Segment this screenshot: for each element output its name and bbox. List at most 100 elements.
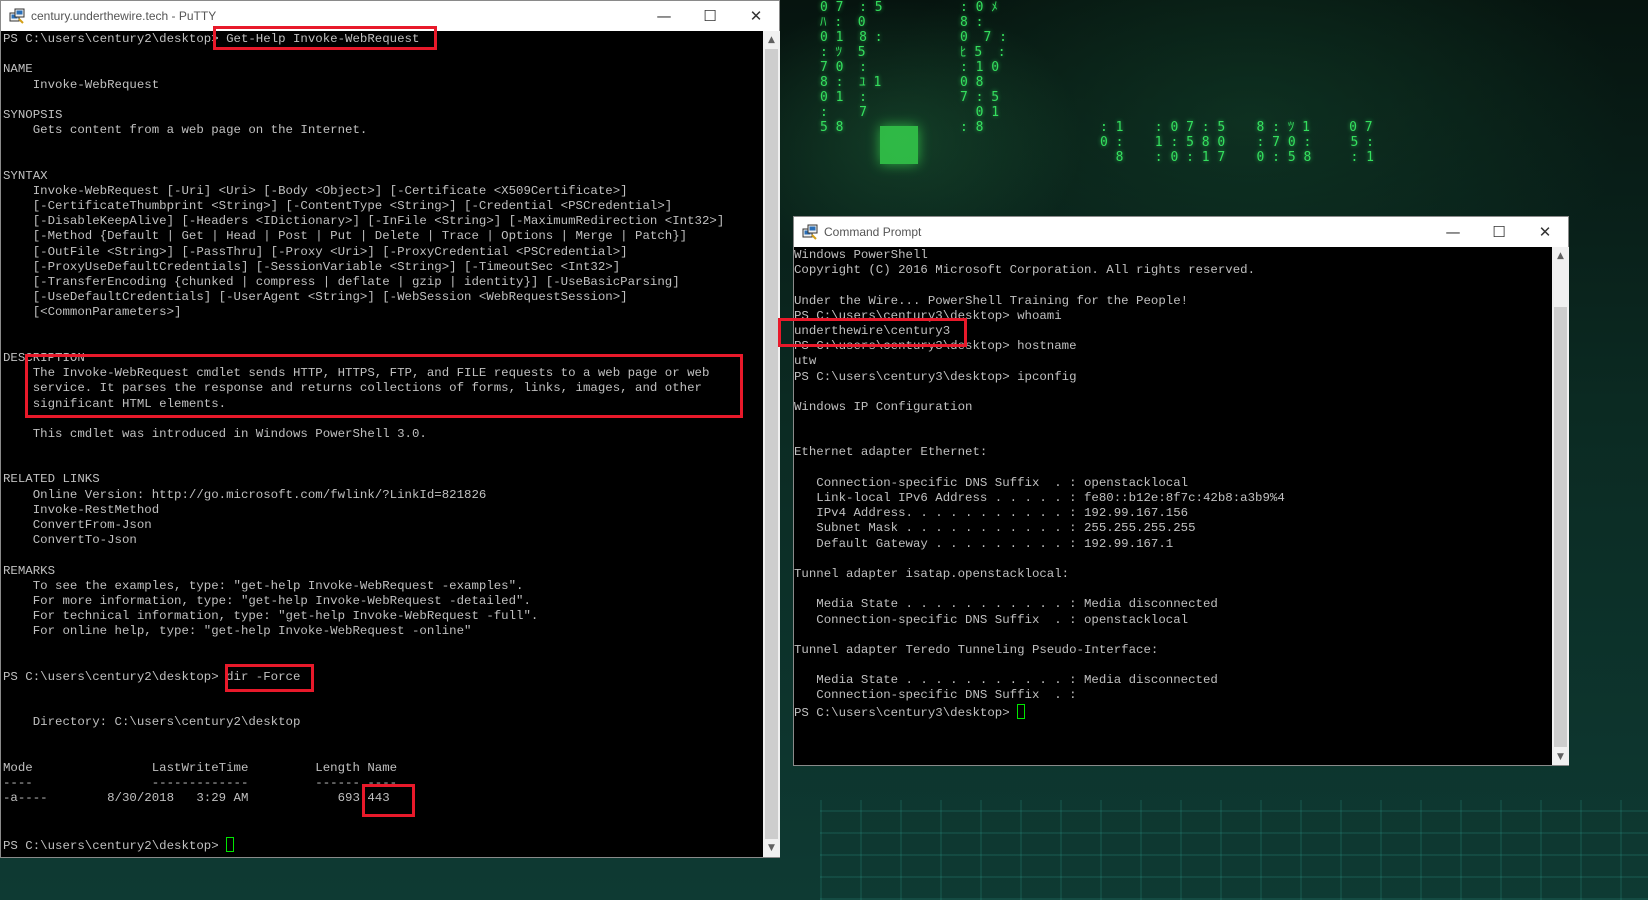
prompt-text: PS C:\users\century2\desktop> [3, 838, 227, 853]
terminal-line: Copyright (C) 2016 Microsoft Corporation… [794, 263, 1256, 278]
putty-titlebar[interactable]: century.underthewire.tech - PuTTY — ☐ ✕ [1, 1, 779, 31]
terminal-line: Tunnel adapter Teredo Tunneling Pseudo-I… [794, 642, 1159, 657]
maximize-button[interactable]: ☐ [687, 1, 733, 31]
cmd-terminal[interactable]: Windows PowerShell Copyright (C) 2016 Mic… [794, 247, 1552, 765]
putty-window[interactable]: century.underthewire.tech - PuTTY — ☐ ✕ … [0, 0, 780, 858]
close-button[interactable]: ✕ [733, 1, 779, 31]
terminal-line: RELATED LINKS [3, 472, 100, 487]
minimize-button[interactable]: — [641, 1, 687, 31]
terminal-line: Ethernet adapter Ethernet: [794, 445, 988, 460]
scroll-thumb[interactable] [765, 49, 778, 839]
terminal-line: NAME [3, 62, 33, 77]
terminal-line: -a---- 8/30/2018 3:29 AM 693 443 [3, 791, 390, 806]
close-button[interactable]: ✕ [1522, 217, 1568, 247]
terminal-line: [<CommonParameters>] [3, 305, 182, 320]
terminal-line: Directory: C:\users\century2\desktop [3, 715, 301, 730]
putty-terminal[interactable]: PS C:\users\century2\desktop> Get-Help I… [1, 31, 763, 857]
window-title: Command Prompt [824, 225, 922, 239]
maximize-button[interactable]: ☐ [1476, 217, 1522, 247]
terminal-line: Default Gateway . . . . . . . . . : 192.… [794, 536, 1174, 551]
window-title: century.underthewire.tech - PuTTY [31, 9, 217, 23]
terminal-line: service. It parses the response and retu… [3, 381, 702, 396]
cmd-scrollbar[interactable]: ▲ ▼ [1552, 247, 1569, 765]
terminal-line: PS C:\users\century3\desktop> whoami [794, 308, 1062, 323]
terminal-line: Online Version: http://go.microsoft.com/… [3, 487, 487, 502]
terminal-line: [-Method {Default | Get | Head | Post | … [3, 229, 688, 244]
matrix-rain: : 1 : 0 7 : 5 8 : ﾂ 1 0 7 0 : 1 : 5 8 0 … [1100, 120, 1374, 165]
terminal-line: Invoke-WebRequest [-Uri] <Uri> [-Body <O… [3, 183, 628, 198]
putty-scrollbar[interactable]: ▲ ▼ [763, 31, 780, 857]
terminal-line: Connection-specific DNS Suffix . : opens… [794, 475, 1189, 490]
cursor [1017, 703, 1026, 719]
terminal-line: [-CertificateThumbprint <String>] [-Cont… [3, 199, 673, 214]
terminal-line: [-ProxyUseDefaultCredentials] [-SessionV… [3, 259, 621, 274]
terminal-line: DESCRIPTION [3, 350, 85, 365]
scroll-down-icon[interactable]: ▼ [1552, 748, 1569, 765]
cursor [226, 836, 235, 852]
scroll-up-icon[interactable]: ▲ [1552, 247, 1569, 264]
terminal-line: The Invoke-WebRequest cmdlet sends HTTP,… [3, 366, 710, 381]
terminal-line: SYNOPSIS [3, 107, 63, 122]
terminal-line: Subnet Mask . . . . . . . . . . . : 255.… [794, 521, 1196, 536]
terminal-line: Under the Wire... PowerShell Training fo… [794, 293, 1189, 308]
matrix-rain: : 0 ﾒ 8 : 0 7 : ﾋ 5 : : 1 0 0 8 7 : 5 0 … [960, 0, 1007, 135]
terminal-line: PS C:\users\century2\desktop> Get-Help I… [3, 32, 420, 46]
terminal-line: Invoke-WebRequest [3, 77, 160, 92]
terminal-line: Media State . . . . . . . . . . . : Medi… [794, 597, 1218, 612]
terminal-line: For technical information, type: "get-he… [3, 609, 539, 624]
terminal-line: Windows PowerShell [794, 248, 928, 262]
terminal-line: PS C:\users\century3\desktop> ipconfig [794, 369, 1077, 384]
terminal-line: To see the examples, type: "get-help Inv… [3, 578, 524, 593]
scroll-up-icon[interactable]: ▲ [763, 31, 780, 48]
putty-icon [9, 8, 25, 24]
cmd-titlebar[interactable]: Command Prompt — ☐ ✕ [794, 217, 1568, 247]
scroll-thumb[interactable] [1554, 307, 1567, 747]
prompt-line[interactable]: PS C:\users\century2\desktop> [3, 836, 763, 853]
terminal-line: REMARKS [3, 563, 56, 578]
terminal-line: Connection-specific DNS Suffix . : [794, 688, 1077, 703]
matrix-rain: 0 7 : 5 ﾊ : 0 0 1 8 : : ﾂ 5 7 0 : 8 : ﾕ … [820, 0, 883, 135]
terminal-line: [-TransferEncoding {chunked | compress |… [3, 275, 680, 289]
terminal-line: Invoke-RestMethod [3, 502, 160, 517]
terminal-line: Mode LastWriteTime Length Name [3, 761, 398, 775]
terminal-line: Tunnel adapter isatap.openstacklocal: [794, 566, 1070, 581]
prompt-text: PS C:\users\century3\desktop> [794, 705, 1018, 720]
terminal-line: utw [794, 354, 817, 369]
terminal-line: For more information, type: "get-help In… [3, 593, 531, 608]
terminal-line: PS C:\users\century3\desktop> hostname [794, 339, 1077, 354]
prompt-line[interactable]: PS C:\users\century3\desktop> [794, 703, 1552, 720]
terminal-line: [-DisableKeepAlive] [-Headers <IDictiona… [3, 214, 725, 229]
matrix-glow-block [880, 126, 918, 164]
terminal-line: IPv4 Address. . . . . . . . . . . : 192.… [794, 506, 1189, 521]
scroll-down-icon[interactable]: ▼ [763, 839, 780, 856]
minimize-button[interactable]: — [1430, 217, 1476, 247]
terminal-line: For online help, type: "get-help Invoke-… [3, 624, 472, 639]
terminal-line: significant HTML elements. [3, 396, 227, 411]
terminal-line: ConvertFrom-Json [3, 518, 152, 532]
floor-grid [820, 800, 1648, 900]
command-prompt-window[interactable]: Command Prompt — ☐ ✕ Windows PowerShell C… [793, 216, 1569, 766]
terminal-line: ---- ------------- ------ ---- [3, 776, 398, 791]
